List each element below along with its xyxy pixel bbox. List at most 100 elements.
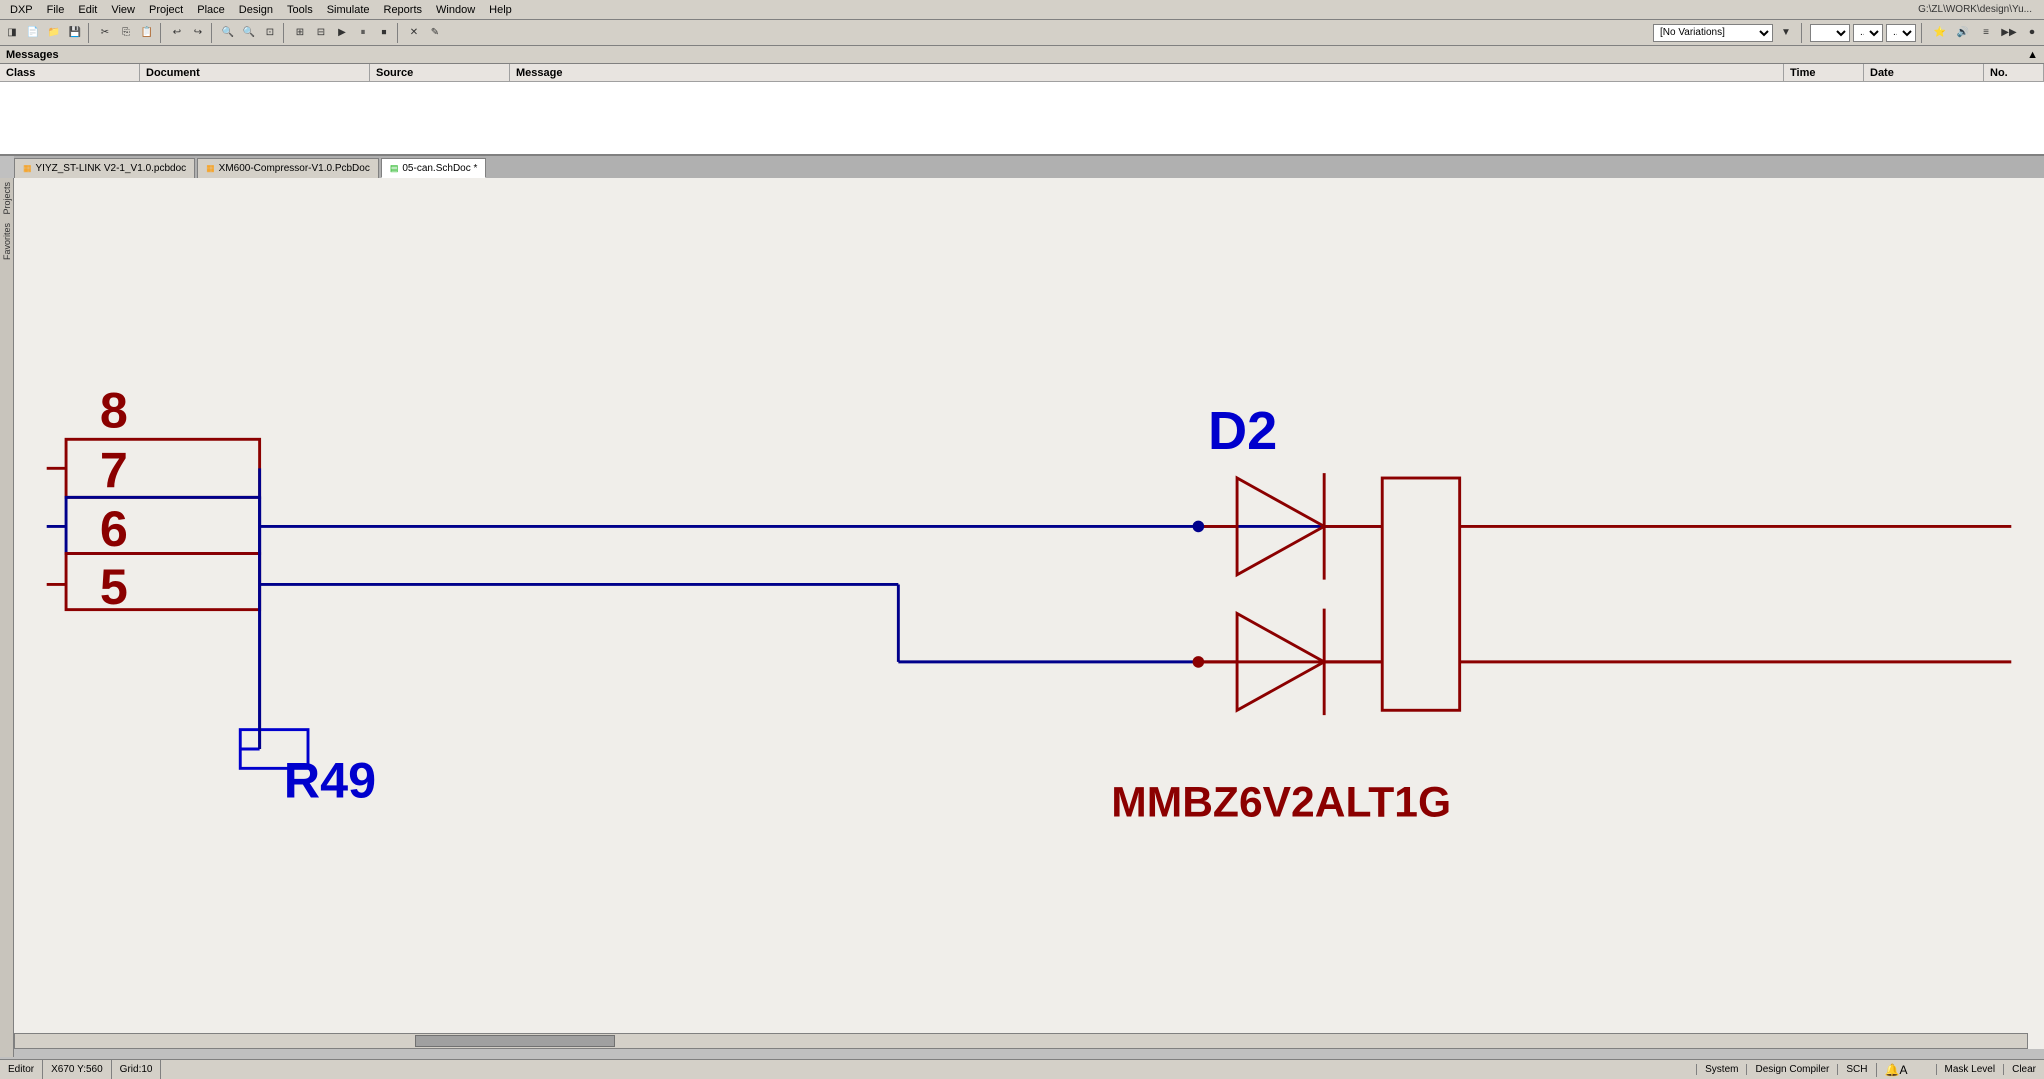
bottom-scrollbar[interactable] [14, 1033, 2028, 1049]
variation-dropdown[interactable]: [No Variations] [1653, 24, 1773, 42]
toolbar-btn-10[interactable]: ⊟ [311, 23, 331, 43]
status-design-compiler[interactable]: Design Compiler [1746, 1064, 1837, 1075]
menu-tools[interactable]: Tools [281, 3, 319, 17]
right-btn-3[interactable]: 🔊 [1953, 23, 1973, 43]
messages-body [0, 82, 2044, 154]
menu-reports[interactable]: Reports [378, 3, 429, 17]
menu-window[interactable]: Window [430, 3, 481, 17]
tab-icon-1: ▦ [23, 163, 32, 174]
toolbar-btn-zoom-fit[interactable]: ⊡ [260, 23, 280, 43]
menu-bar: DXP File Edit View Project Place Design … [0, 0, 2044, 20]
status-bar: Editor X670 Y:560 Grid:10 System Design … [0, 1059, 2044, 1079]
messages-title-text: Messages [6, 49, 59, 61]
status-system[interactable]: System [1696, 1064, 1746, 1075]
col-source[interactable]: Source [370, 64, 510, 81]
right-btn-2[interactable]: ⭐ [1930, 23, 1950, 43]
schematic-svg: 8 7 6 5 D2 [14, 178, 2044, 1049]
r49-label: R49 [284, 751, 376, 808]
tab-label-2: XM600-Compressor-V1.0.PcbDoc [219, 163, 370, 174]
pin-5-box [66, 553, 260, 609]
main-toolbar: ◨ 📄 📁 💾 ✂ ⎘ 📋 ↩ ↪ 🔍 🔍 ⊡ ⊞ ⊟ ▶ ⏸ ⏹ ✕ ✎ [N… [0, 20, 2044, 46]
toolbar-sep-3 [211, 23, 215, 43]
status-icon-2: A [1899, 1063, 1907, 1077]
right-toolbar-area: [No Variations] ▼ ... ... ⭐ 🔊 ≡ ▶▶ ⏺ [1653, 23, 2042, 43]
toolbar-btn-undo[interactable]: ↩ [167, 23, 187, 43]
toolbar-btn-redo[interactable]: ↪ [188, 23, 208, 43]
toolbar-btn-9[interactable]: ⊞ [290, 23, 310, 43]
tab-icon-2: ▦ [206, 163, 215, 174]
toolbar-btn-13[interactable]: ⏹ [374, 23, 394, 43]
right-btn-5[interactable]: ▶▶ [1999, 23, 2019, 43]
tab-pcbdoc-2[interactable]: ▦ XM600-Compressor-V1.0.PcbDoc [197, 158, 379, 178]
pin-6-label: 6 [100, 500, 128, 557]
editor-label[interactable]: Editor [0, 1060, 43, 1079]
right-dropdown-3[interactable]: ... [1853, 24, 1883, 42]
scroll-thumb[interactable] [415, 1035, 615, 1047]
toolbar-sep-2 [160, 23, 164, 43]
title-path: G:\ZL\WORK\design\Yu... [1918, 4, 2040, 15]
status-mask-level[interactable]: Mask Level [1936, 1064, 2004, 1075]
side-label-projects[interactable]: Projects [2, 178, 12, 219]
status-clear[interactable]: Clear [2003, 1064, 2044, 1075]
toolbar-btn-4[interactable]: 💾 [65, 23, 85, 43]
menu-simulate[interactable]: Simulate [321, 3, 376, 17]
right-dropdown-4[interactable]: ... [1886, 24, 1916, 42]
menu-dxp[interactable]: DXP [4, 3, 39, 17]
status-right: System Design Compiler SCH 🔔 A Mask Leve… [1696, 1063, 2044, 1077]
toolbar-btn-12[interactable]: ⏸ [353, 23, 373, 43]
toolbar-btn-14[interactable]: ✕ [404, 23, 424, 43]
messages-collapse-btn[interactable]: ▲ [2027, 49, 2038, 61]
diode-right-box [1382, 478, 1459, 710]
menu-edit[interactable]: Edit [72, 3, 103, 17]
col-class[interactable]: Class [0, 64, 140, 81]
menu-file[interactable]: File [41, 3, 71, 17]
d2-label: D2 [1208, 401, 1277, 461]
toolbar-btn-7[interactable]: 📋 [137, 23, 157, 43]
status-icon-area: 🔔 A [1876, 1063, 1936, 1077]
tab-schdoc[interactable]: ▤ 05-can.SchDoc * [381, 158, 487, 178]
menu-place[interactable]: Place [191, 3, 231, 17]
col-no[interactable]: No. [1984, 64, 2044, 81]
toolbar-btn-zoom-in[interactable]: 🔍 [218, 23, 238, 43]
left-panel: Projects Favorites [0, 178, 14, 1057]
col-document[interactable]: Document [140, 64, 370, 81]
toolbar-btn-6[interactable]: ⎘ [116, 23, 136, 43]
schematic-area[interactable]: 8 7 6 5 D2 [14, 178, 2044, 1049]
right-dropdown-2[interactable] [1810, 24, 1850, 42]
side-label-favorites[interactable]: Favorites [2, 219, 12, 264]
right-btn-6[interactable]: ⏺ [2022, 23, 2042, 43]
pin-7-label: 7 [100, 442, 128, 499]
messages-header: Class Document Source Message Time Date … [0, 64, 2044, 82]
menu-project[interactable]: Project [143, 3, 189, 17]
coordinates: X670 Y:560 [43, 1060, 112, 1079]
status-icon-1: 🔔 [1885, 1063, 1900, 1077]
pin-6-box [66, 497, 260, 553]
junction-bot [1193, 656, 1205, 668]
right-sep-2 [1921, 23, 1925, 43]
right-sep-1 [1801, 23, 1805, 43]
toolbar-btn-11[interactable]: ▶ [332, 23, 352, 43]
toolbar-btn-zoom-out[interactable]: 🔍 [239, 23, 259, 43]
status-sch[interactable]: SCH [1837, 1064, 1875, 1075]
col-date[interactable]: Date [1864, 64, 1984, 81]
tab-label-3: 05-can.SchDoc * [402, 163, 477, 174]
pin-5-label: 5 [100, 558, 128, 615]
toolbar-btn-15[interactable]: ✎ [425, 23, 445, 43]
tab-label-1: YIYZ_ST-LINK V2-1_V1.0.pcbdoc [36, 163, 187, 174]
menu-view[interactable]: View [105, 3, 141, 17]
tab-icon-3: ▤ [390, 163, 399, 174]
toolbar-btn-1[interactable]: ◨ [2, 23, 22, 43]
messages-panel: Messages ▲ Class Document Source Message… [0, 46, 2044, 156]
tabs-area: ▦ YIYZ_ST-LINK V2-1_V1.0.pcbdoc ▦ XM600-… [14, 156, 2044, 178]
menu-design[interactable]: Design [233, 3, 279, 17]
right-btn-4[interactable]: ≡ [1976, 23, 1996, 43]
pin-8-label: 8 [100, 382, 128, 439]
toolbar-btn-2[interactable]: 📄 [23, 23, 43, 43]
toolbar-btn-5[interactable]: ✂ [95, 23, 115, 43]
tab-pcbdoc-1[interactable]: ▦ YIYZ_ST-LINK V2-1_V1.0.pcbdoc [14, 158, 195, 178]
right-btn-1[interactable]: ▼ [1776, 23, 1796, 43]
col-message[interactable]: Message [510, 64, 1784, 81]
menu-help[interactable]: Help [483, 3, 518, 17]
col-time[interactable]: Time [1784, 64, 1864, 81]
toolbar-btn-3[interactable]: 📁 [44, 23, 64, 43]
